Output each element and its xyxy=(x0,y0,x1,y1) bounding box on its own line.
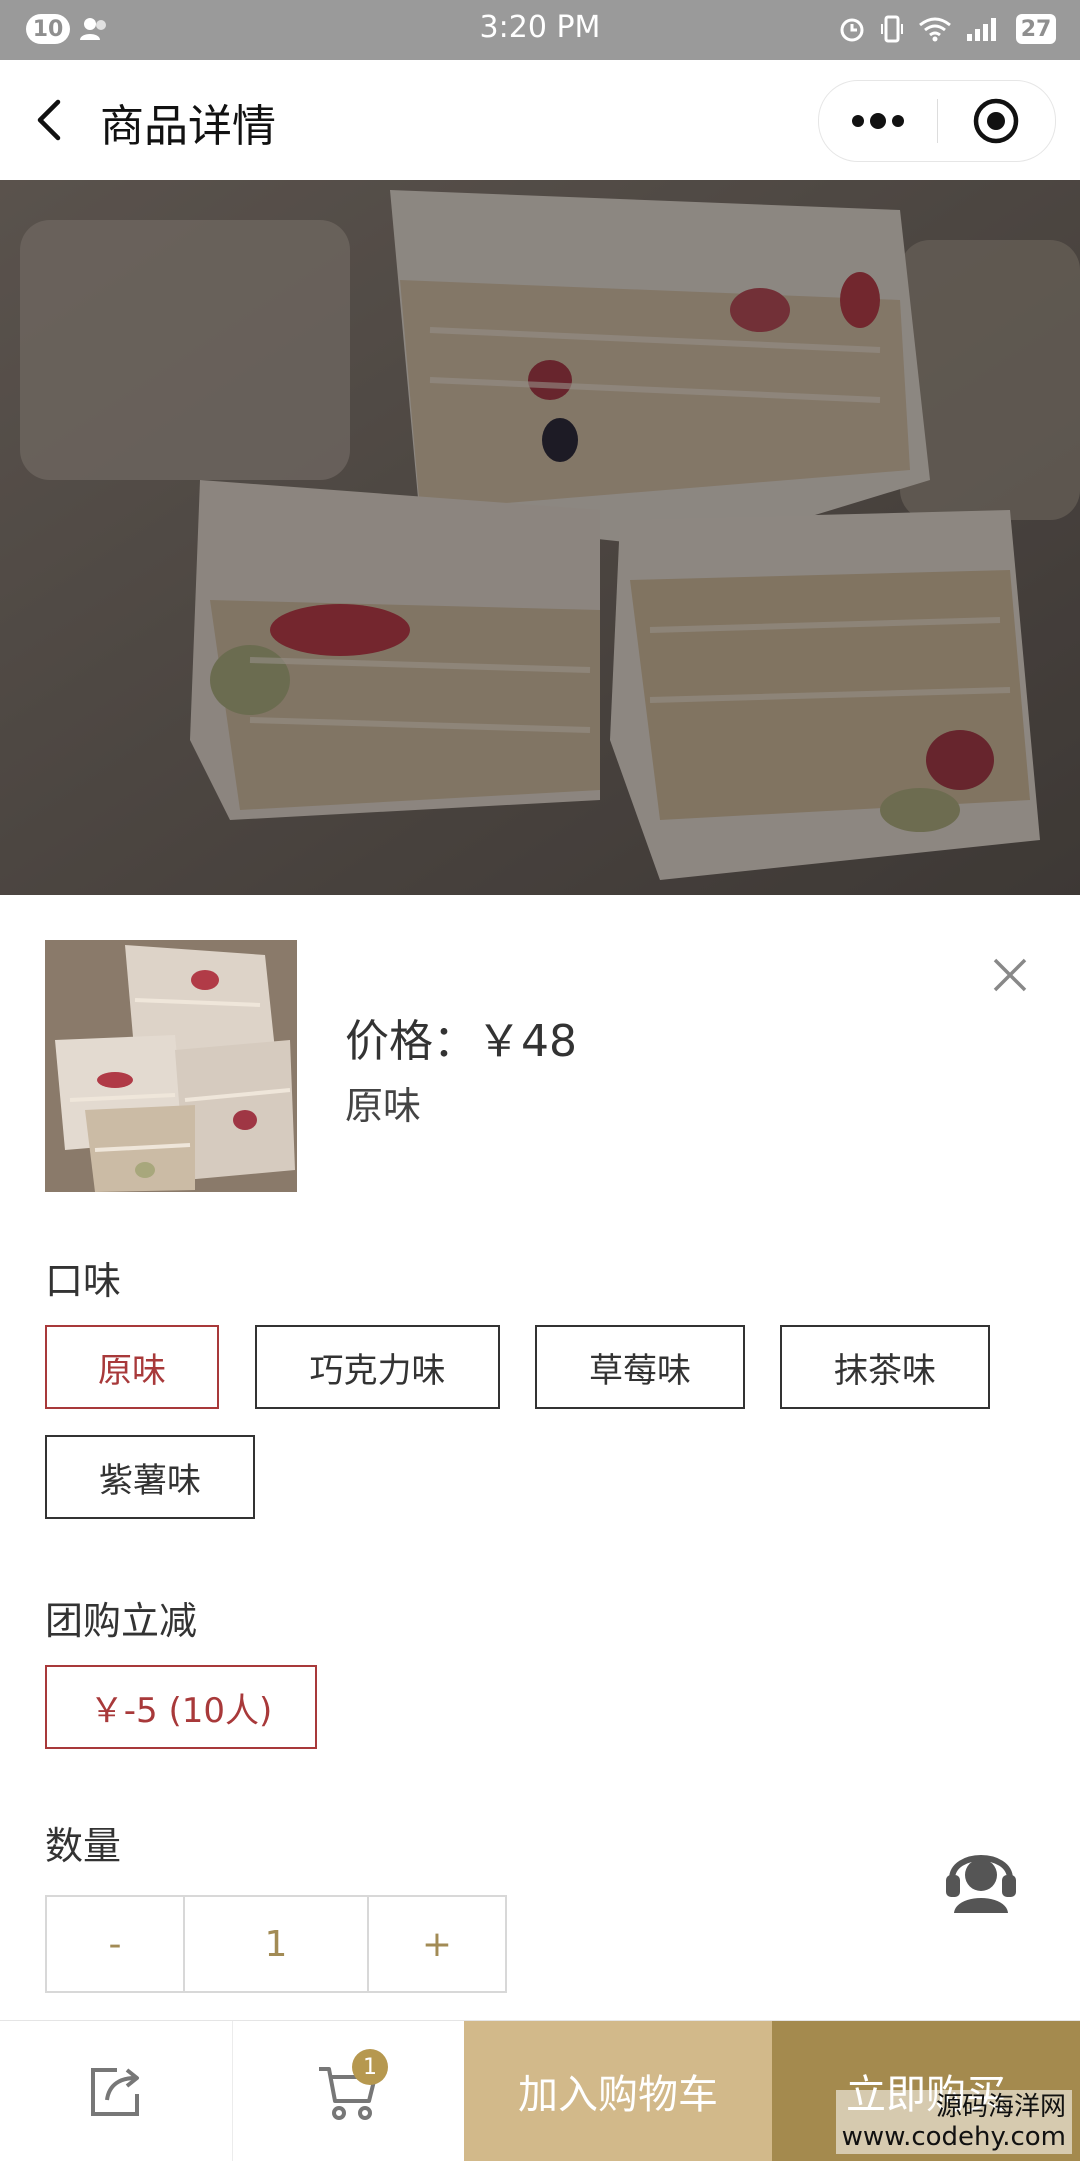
battery-level: 27 xyxy=(1016,14,1056,44)
product-thumbnail xyxy=(45,940,297,1192)
page-title: 商品详情 xyxy=(100,101,276,152)
watermark-line2: www.codehy.com xyxy=(841,2122,1066,2152)
watermark: 源码海洋网 www.codehy.com xyxy=(835,2090,1072,2154)
flavor-option-original[interactable]: 原味 xyxy=(45,1325,219,1409)
share-icon xyxy=(91,2068,139,2116)
status-bar: 10 3:20 PM 27 xyxy=(0,0,1080,60)
quantity-value[interactable]: 1 xyxy=(185,1897,367,1991)
share-button[interactable] xyxy=(0,2021,233,2161)
cart-count-badge: 1 xyxy=(352,2049,388,2085)
more-icon xyxy=(851,113,904,129)
status-right: 27 xyxy=(838,14,1056,44)
target-icon xyxy=(974,98,1019,144)
sku-selector-sheet: 价格：￥48 原味 口味 原味 巧克力味 草莓味 抹茶味 紫薯味 团购立减 ￥-… xyxy=(0,895,1080,2020)
close-icon[interactable] xyxy=(990,955,1030,995)
watermark-line1: 源码海洋网 xyxy=(935,2092,1066,2122)
close-miniprogram-button[interactable] xyxy=(938,81,1056,161)
wifi-icon xyxy=(919,17,951,42)
flavor-section-title: 口味 xyxy=(45,1259,122,1303)
mini-program-capsule xyxy=(818,80,1056,162)
flavor-option-chocolate[interactable]: 巧克力味 xyxy=(255,1325,500,1409)
group-discount-title: 团购立减 xyxy=(45,1599,198,1643)
thumbnail-photo xyxy=(45,940,297,1192)
alarm-icon xyxy=(840,18,864,42)
quantity-plus-button[interactable]: + xyxy=(369,1897,505,1991)
quantity-stepper: - 1 + xyxy=(45,1895,507,1993)
customer-service-icon[interactable] xyxy=(942,1835,1020,1913)
quantity-title: 数量 xyxy=(45,1824,122,1868)
vibrate-icon xyxy=(881,15,903,43)
add-to-cart-button[interactable]: 加入购物车 xyxy=(464,2021,772,2161)
more-button[interactable] xyxy=(819,81,937,161)
flavor-option-purple-potato[interactable]: 紫薯味 xyxy=(45,1435,255,1519)
selected-variant: 原味 xyxy=(345,1084,422,1128)
cart-button[interactable]: 1 xyxy=(232,2021,464,2161)
flavor-option-matcha[interactable]: 抹茶味 xyxy=(780,1325,990,1409)
flavor-option-strawberry[interactable]: 草莓味 xyxy=(535,1325,745,1409)
group-discount-option[interactable]: ￥-5 (10人) xyxy=(45,1665,317,1749)
price-label: 价格：￥48 xyxy=(345,1016,577,1067)
quantity-minus-button[interactable]: - xyxy=(47,1897,183,1991)
nougat-photo xyxy=(0,180,1080,895)
product-hero-image xyxy=(0,180,1080,895)
back-icon[interactable] xyxy=(30,90,74,150)
nav-bar: 商品详情 xyxy=(0,60,1080,180)
signal-icon xyxy=(967,18,996,41)
